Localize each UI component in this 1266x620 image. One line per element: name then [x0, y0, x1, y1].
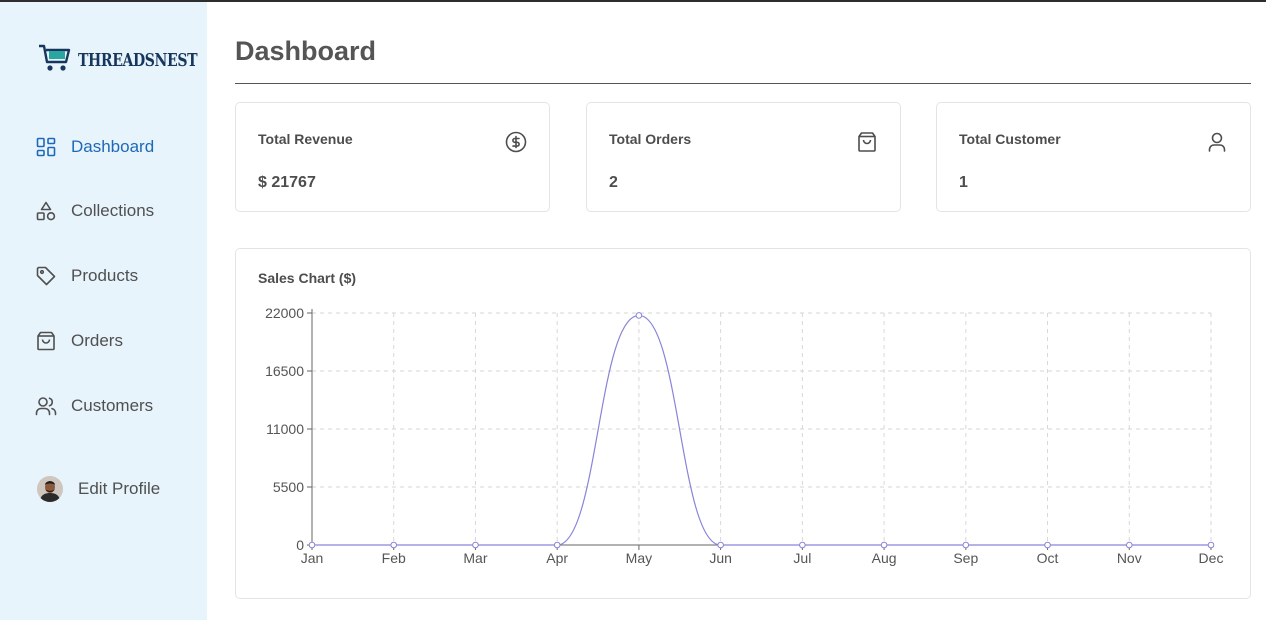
series-line — [312, 314, 1211, 546]
shopping-bag-icon — [856, 131, 878, 153]
card-value: 1 — [959, 174, 968, 191]
data-point — [390, 541, 398, 549]
sidebar: THREADSNEST Dashboard Collections Produc… — [0, 2, 207, 620]
x-tick-label: Jul — [793, 550, 811, 566]
circle-dollar-icon — [505, 131, 527, 153]
sidebar-item-label: Collections — [71, 201, 155, 220]
shapes-icon — [35, 200, 57, 222]
sidebar-item-customers[interactable]: Customers — [35, 395, 153, 417]
brand-name: THREADSNEST — [78, 50, 198, 71]
card-label: Total Revenue — [258, 131, 353, 147]
brand-logo[interactable]: THREADSNEST — [38, 42, 231, 79]
x-tick-label: Sep — [953, 550, 978, 566]
data-point — [308, 541, 316, 549]
sidebar-item-collections[interactable]: Collections — [35, 200, 154, 222]
x-tick-label: Jan — [301, 550, 324, 566]
edit-profile-label: Edit Profile — [78, 479, 161, 498]
sidebar-item-label: Customers — [71, 396, 154, 415]
card-value: 2 — [609, 174, 618, 191]
data-point — [1125, 541, 1133, 549]
user-icon — [1206, 131, 1228, 153]
sidebar-item-label: Dashboard — [71, 137, 155, 156]
x-tick-label: Apr — [546, 550, 568, 566]
data-point — [880, 541, 888, 549]
x-tick-label: Nov — [1117, 550, 1142, 566]
card-label: Total Orders — [609, 131, 692, 147]
total-customer-card: Total Customer 1 — [936, 102, 1251, 212]
x-tick-label: Feb — [382, 550, 406, 566]
data-point — [1044, 541, 1051, 549]
sidebar-item-label: Orders — [71, 331, 123, 350]
y-tick-label: 16500 — [265, 363, 304, 379]
x-tick-label: Aug — [872, 550, 897, 566]
y-tick-label: 5500 — [273, 479, 304, 495]
data-point — [799, 541, 806, 549]
title-divider — [235, 83, 1251, 84]
x-tick-label: Oct — [1037, 550, 1059, 566]
y-tick-label: 22000 — [265, 305, 304, 321]
shopping-cart-icon — [38, 42, 72, 79]
data-point — [962, 541, 970, 549]
x-tick-label: Mar — [463, 550, 487, 566]
x-tick-label: Jun — [709, 550, 732, 566]
edit-profile-link[interactable]: Edit Profile — [37, 476, 160, 502]
data-point — [635, 312, 643, 319]
total-revenue-card: Total Revenue $ 21767 — [235, 102, 550, 212]
x-tick-label: Dec — [1199, 550, 1224, 566]
card-label: Total Customer — [959, 131, 1061, 147]
sidebar-item-dashboard[interactable]: Dashboard — [35, 136, 154, 158]
y-tick-label: 11000 — [266, 421, 304, 437]
users-icon — [35, 395, 57, 417]
x-tick-label: May — [626, 550, 652, 566]
avatar — [37, 476, 63, 502]
total-orders-card: Total Orders 2 — [586, 102, 901, 212]
shopping-bag-icon — [35, 330, 57, 352]
sales-chart-card: Sales Chart ($) 0 5500 11000 16500 22000 Jan F… — [235, 248, 1251, 599]
card-value: $ 21767 — [258, 174, 316, 191]
tag-icon — [35, 265, 57, 287]
dashboard-icon — [35, 136, 57, 158]
data-point — [472, 541, 479, 549]
page-title: Dashboard — [235, 36, 377, 66]
data-point — [1207, 541, 1215, 549]
sidebar-item-orders[interactable]: Orders — [35, 330, 123, 352]
data-point — [553, 541, 561, 549]
data-point — [717, 541, 724, 549]
sales-line-chart: 05500110001650022000Jan Feb Mar Apr May Jun Ju… — [265, 305, 1224, 566]
sidebar-item-label: Products — [71, 266, 139, 285]
sidebar-item-products[interactable]: Products — [35, 265, 138, 287]
